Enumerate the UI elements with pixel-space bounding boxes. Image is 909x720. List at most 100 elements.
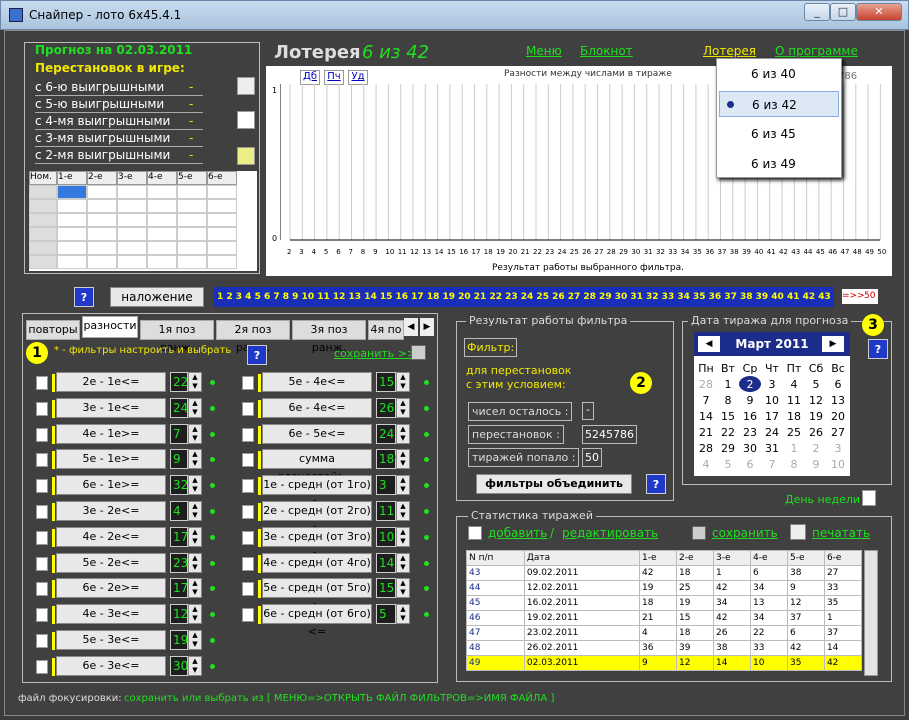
filter-checkbox[interactable] [36,453,48,468]
stats-cell[interactable]: 43 [466,565,525,581]
prognoz-grid-cell[interactable] [147,241,177,255]
stats-cell[interactable]: 38 [713,640,751,656]
help-button-date[interactable]: ? [868,339,888,359]
chart-button-0[interactable]: Дб [300,70,320,85]
calendar-day[interactable]: 10 [761,392,783,408]
filter-value-input[interactable]: 32 [170,475,188,496]
minimize-button[interactable]: _ [804,3,830,21]
filter-checkbox[interactable] [242,453,254,468]
filter-checkbox[interactable] [242,376,254,390]
stats-cell[interactable]: 42 [713,580,751,596]
filter-spinner[interactable]: ▲ ▼ [188,397,202,418]
filter-checkbox[interactable] [36,427,48,442]
stats-cell[interactable]: 18 [676,625,714,641]
calendar-day[interactable]: 8 [783,456,805,472]
stats-cell[interactable]: 22 [749,625,788,641]
filter-spinner[interactable]: ▲ ▼ [396,578,410,599]
stats-cell[interactable]: 42 [823,655,863,671]
filter-spinner[interactable]: ▲ ▼ [188,630,202,650]
tab-1[interactable]: разности [82,316,138,338]
about-link[interactable]: О программе [775,44,858,58]
calendar-day[interactable]: 19 [805,408,827,424]
stats-cell[interactable]: 26 [713,625,751,641]
print-stats-icon[interactable] [790,524,806,540]
help-button-result[interactable]: ? [646,474,666,494]
calendar-day[interactable]: 27 [827,424,849,440]
filter-spinner[interactable]: ▲ ▼ [188,423,202,444]
filter-checkbox[interactable] [242,530,254,545]
stats-cell[interactable]: 18 [676,565,714,581]
filter-checkbox[interactable] [36,479,48,494]
prognoz-grid-cell[interactable] [207,255,237,269]
stats-cell[interactable]: 46 [466,610,525,626]
calendar-day[interactable]: 22 [717,424,739,440]
prognoz-grid-cell[interactable] [177,199,207,213]
calendar-day[interactable]: 1 [783,440,805,456]
filter-label-button[interactable]: 5е - 1е>= [56,449,166,470]
stats-cell[interactable]: 33 [823,580,863,596]
stats-cell[interactable]: 02.03.2011 [523,655,641,671]
filter-spinner[interactable]: ▲ ▼ [396,449,410,470]
filter-spinner[interactable]: ▲ ▼ [188,578,202,599]
prognoz-grid-cell[interactable] [207,227,237,241]
prognoz-grid-cell[interactable] [147,185,177,199]
stats-cell[interactable]: 19 [639,580,678,596]
stats-table[interactable]: N п/п Дата 1-е 2-е 3-е 4-е 5-е 6-е 43 09.02.2011 4… [466,550,863,671]
stats-cell[interactable]: 38 [786,565,825,581]
stats-cell[interactable]: 16.02.2011 [523,595,641,611]
notepad-link[interactable]: Блокнот [580,44,633,58]
filter-checkbox[interactable] [242,608,254,623]
maximize-button[interactable]: □ [830,3,856,21]
help-button-overlay[interactable]: ? [74,287,94,307]
stats-cell[interactable]: 13 [749,595,788,611]
calendar-day[interactable]: 10 [827,456,849,472]
merge-filters-button[interactable]: фильтры объединить [476,474,632,494]
filter-spinner[interactable]: ▲ ▼ [188,655,202,676]
filter-label-button[interactable]: 6е - 5е<= [262,423,372,444]
filter-value-input[interactable]: 15 [376,578,396,599]
stats-cell[interactable]: 37 [786,610,825,626]
filter-checkbox[interactable] [36,634,48,648]
add-link[interactable]: добавить [488,526,547,540]
filter-checkbox[interactable] [36,376,48,390]
filter-value-input[interactable]: 24 [170,397,188,418]
prev-month-button[interactable]: ◀ [698,336,720,352]
stats-cell[interactable]: 14 [713,655,751,671]
filter-label-button[interactable]: 1е - средн (от 1го)<= [262,475,372,509]
filter-checkbox[interactable] [36,530,48,545]
add-icon[interactable] [468,526,482,540]
filter-label-button[interactable]: 5е - 4е<= [262,372,372,392]
stats-cell[interactable]: 42 [639,565,678,581]
prognoz-grid[interactable]: Ном. 1-е 2-е 3-е 4-е 5-е 6-е [29,171,257,271]
stats-cell[interactable]: 10 [749,655,788,671]
filter-spinner[interactable]: ▲ ▼ [396,372,410,392]
filter-value-input[interactable]: 4 [170,501,188,521]
filter-spinner[interactable]: ▲ ▼ [188,501,202,521]
filter-value-input[interactable]: 9 [170,449,188,470]
filter-spinner[interactable]: ▲ ▼ [188,475,202,496]
filter-value-input[interactable]: 11 [376,501,396,521]
calendar-day[interactable]: 4 [783,376,805,392]
prognoz-grid-cell[interactable] [177,255,207,269]
filter-label-button[interactable]: 6е - 2е>= [56,578,166,599]
prognoz-grid-cell[interactable] [117,213,147,227]
prognoz-grid-cell[interactable] [117,185,147,199]
calendar-day[interactable]: 7 [695,392,717,408]
filter-label-button[interactable]: сумма разностей>= [262,449,372,483]
stats-cell[interactable]: 42 [786,640,825,656]
filter-value-input[interactable]: 10 [376,526,396,547]
filter-label-button[interactable]: 2е - 1е<= [56,372,166,392]
stats-cell[interactable]: 09.02.2011 [523,565,641,581]
filter-value-input[interactable]: 3 [376,475,396,496]
calendar-day[interactable]: 15 [717,408,739,424]
calendar-day[interactable]: 6 [827,376,849,392]
prognoz-grid-cell[interactable] [29,255,57,269]
prognoz-grid-cell[interactable] [207,199,237,213]
prognoz-grid-cell[interactable] [57,185,87,199]
filter-value-input[interactable]: 23 [170,552,188,573]
filter-label-button[interactable]: 5е - 2е<= [56,552,166,573]
filter-checkbox[interactable] [36,505,48,519]
calendar-day[interactable]: 16 [739,408,761,424]
filter-checkbox[interactable] [242,427,254,442]
filter-spinner[interactable]: ▲ ▼ [188,552,202,573]
